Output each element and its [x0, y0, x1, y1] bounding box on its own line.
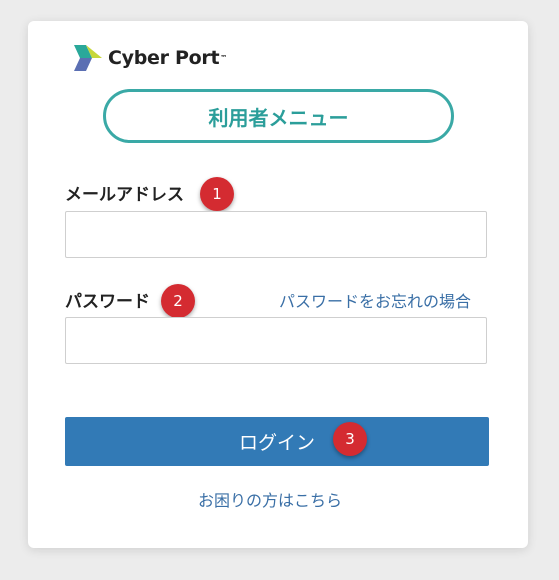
login-button[interactable]: ログイン: [65, 417, 489, 466]
help-link[interactable]: お困りの方はこちら: [198, 487, 342, 511]
cyber-port-logo-icon: [74, 45, 102, 71]
user-menu-title: 利用者メニュー: [103, 89, 454, 143]
trademark: ™: [220, 54, 228, 62]
annotation-badge-2: 2: [161, 284, 195, 318]
annotation-badge-1: 1: [200, 177, 234, 211]
password-label: パスワード: [65, 292, 150, 312]
email-input[interactable]: [65, 211, 487, 258]
forgot-password-link[interactable]: パスワードをお忘れの場合: [279, 288, 471, 312]
login-card: Cyber Port ™ 利用者メニュー メールアドレス 1 パスワード 2 パ…: [28, 21, 528, 548]
email-label: メールアドレス: [65, 185, 184, 205]
annotation-badge-3: 3: [333, 422, 367, 456]
brand-name: Cyber Port: [108, 47, 220, 69]
password-input[interactable]: [65, 317, 487, 364]
cyber-port-logo: Cyber Port ™: [72, 43, 227, 73]
login-button-label: ログイン: [238, 432, 315, 454]
